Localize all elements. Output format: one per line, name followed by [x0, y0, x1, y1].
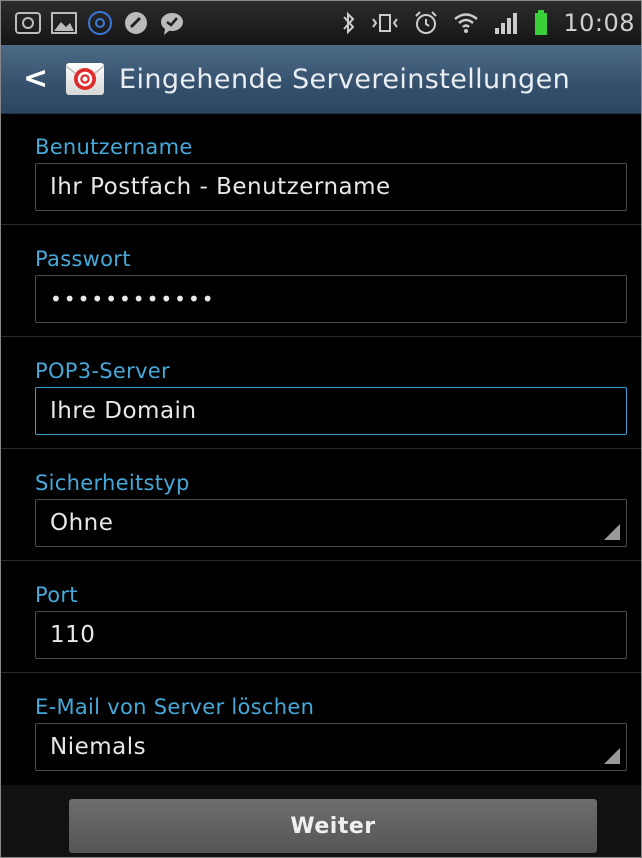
username-field[interactable]: Ihr Postfach - Benutzername	[35, 163, 627, 211]
wifi-icon	[453, 10, 479, 36]
status-bar: 10:08	[1, 1, 641, 45]
dropdown-corner-icon	[604, 748, 620, 764]
screen: 10:08 < Eingehende Servereinstellungen B…	[0, 0, 642, 858]
username-section: Benutzername Ihr Postfach - Benutzername	[1, 113, 641, 225]
port-section: Port 110	[1, 561, 641, 673]
bluetooth-icon	[341, 10, 357, 36]
password-label: Passwort	[35, 247, 131, 271]
gallery-notification-icon	[15, 10, 41, 36]
delete-from-server-value: Niemals	[50, 734, 147, 760]
button-bar: Weiter	[1, 785, 641, 857]
status-bar-notifications	[15, 10, 185, 36]
port-field[interactable]: 110	[35, 611, 627, 659]
password-section: Passwort ••••••••••••	[1, 225, 641, 337]
delete-from-server-select[interactable]: Niemals	[35, 723, 627, 771]
signal-icon	[493, 10, 519, 36]
chat-bubble-icon	[159, 10, 185, 36]
security-type-value: Ohne	[50, 510, 114, 536]
pop3-server-label: POP3-Server	[35, 359, 170, 383]
action-bar: < Eingehende Servereinstellungen	[1, 45, 641, 114]
image-icon	[51, 10, 77, 36]
password-field[interactable]: ••••••••••••	[35, 275, 627, 323]
status-bar-time: 10:08	[563, 9, 635, 37]
vibrate-icon	[371, 10, 399, 36]
pop3-server-section: POP3-Server Ihre Domain	[1, 337, 641, 449]
tools-icon	[123, 10, 149, 36]
server-settings-form: Benutzername Ihr Postfach - Benutzername…	[1, 113, 641, 784]
email-app-icon[interactable]	[63, 57, 107, 101]
delete-from-server-label: E-Mail von Server löschen	[35, 695, 315, 719]
security-type-section: Sicherheitstyp Ohne	[1, 449, 641, 561]
username-label: Benutzername	[35, 135, 193, 159]
port-label: Port	[35, 583, 78, 607]
battery-icon	[533, 10, 549, 36]
back-button[interactable]: <	[23, 64, 48, 94]
dropdown-corner-icon	[604, 524, 620, 540]
security-type-select[interactable]: Ohne	[35, 499, 627, 547]
delete-from-server-section: E-Mail von Server löschen Niemals	[1, 673, 641, 784]
next-button[interactable]: Weiter	[69, 799, 597, 853]
status-bar-system: 10:08	[341, 9, 635, 37]
pop3-server-field[interactable]: Ihre Domain	[35, 387, 627, 435]
email-notification-icon	[87, 10, 113, 36]
alarm-icon	[413, 10, 439, 36]
security-type-label: Sicherheitstyp	[35, 471, 190, 495]
page-title: Eingehende Servereinstellungen	[119, 63, 571, 95]
